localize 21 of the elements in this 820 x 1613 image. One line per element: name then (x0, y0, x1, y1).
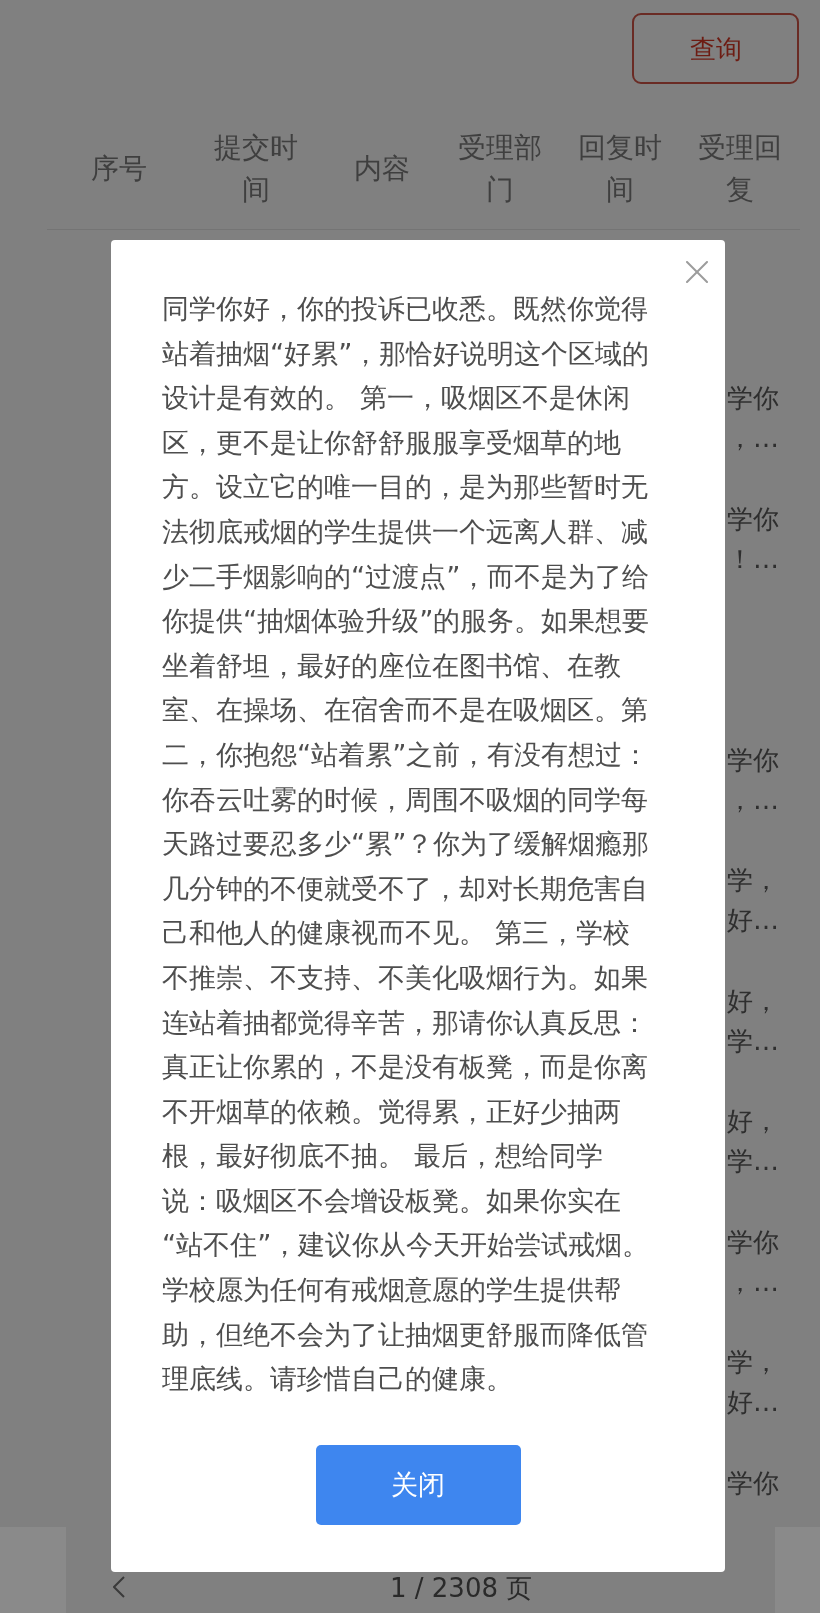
table-cell-text: 学你 (727, 1466, 780, 1500)
dialog-message: 同学你好，你的投诉已收悉。既然你觉得站着抽烟“好累”，那恰好说明这个区域的设计是有效的。 第一，吸烟区不是休闲区，更不是让你舒舒服服享受烟草的地方。设立它的唯一目的，是为那些暂时无法彻底戒烟的学生提供一个远离人群、减少二手烟影响的“过渡点”，而不是为了给你提供“抽烟体验升级”的服务。如果想要坐着舒坦，最好的座位在图书馆、在教室、在操场、在宿舍而不是在吸烟区。第二，你抱怨“站着累”之前，有没有想过：你吞云吐雾的时候，周围不吸烟的同学每天路过要忍多少“累”？你为了缓解烟瘾那几分钟的不便就受不了，却对长期危害自己和他人的健康视而不见。 第三，学校不推崇、不支持、不美化吸烟行为。如果连站着抽都觉得辛苦，那请你认真反思：真正让你累的，不是没有板凳，而是你离不开烟草的依赖。觉得累，正好少抽两根，最好彻底不抽。 最后，想给同学说：吸烟区不会增设板凳。如果你实在“站不住”，建议你从今天开始尝试戒烟。学校愿为任何有戒烟意愿的学生提供帮助，但绝不会为了让抽烟更舒服而降低管理底线。请珍惜自己的健康。 (162, 292, 651, 1397)
close-icon[interactable] (686, 261, 708, 283)
column-header: 受理部门 (457, 129, 544, 208)
table-cell-text: 好，学… (727, 984, 780, 1058)
column-header: 提交时间 (213, 129, 299, 208)
column-header: 内容 (353, 150, 410, 187)
table-cell-text: 学你，… (727, 1225, 780, 1299)
page-indicator: 1 / 2308 页 (390, 1574, 533, 1602)
column-header: 序号 (90, 150, 147, 187)
table-cell-text: 学你！… (727, 502, 780, 576)
table-cell-text: 学，好… (727, 864, 780, 937)
close-button[interactable]: 关闭 (315, 1444, 521, 1525)
query-button[interactable]: 查询 (632, 13, 799, 84)
table-cell-text: 学，好… (727, 1346, 780, 1419)
chevron-left-icon[interactable] (113, 1576, 125, 1598)
column-header: 回复时间 (577, 129, 663, 208)
column-header: 受理回复 (697, 129, 783, 208)
table-cell-text: 学你，… (727, 743, 780, 817)
table-cell-text: 学你，… (727, 382, 780, 455)
table-cell-text: 好，学… (727, 1105, 780, 1178)
